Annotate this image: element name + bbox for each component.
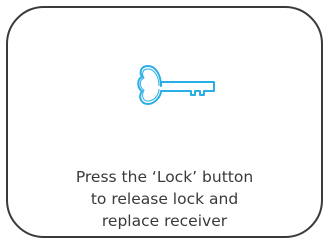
instruction-line-2: to release lock and xyxy=(90,190,239,208)
lock-instruction-panel: Press the ‘Lock’ button to release lock … xyxy=(6,6,323,238)
instruction-line-1: Press the ‘Lock’ button xyxy=(75,168,254,186)
instruction-line-3: replace receiver xyxy=(101,212,228,230)
instruction-text: Press the ‘Lock’ button to release lock … xyxy=(8,166,321,232)
key-icon xyxy=(137,65,215,105)
